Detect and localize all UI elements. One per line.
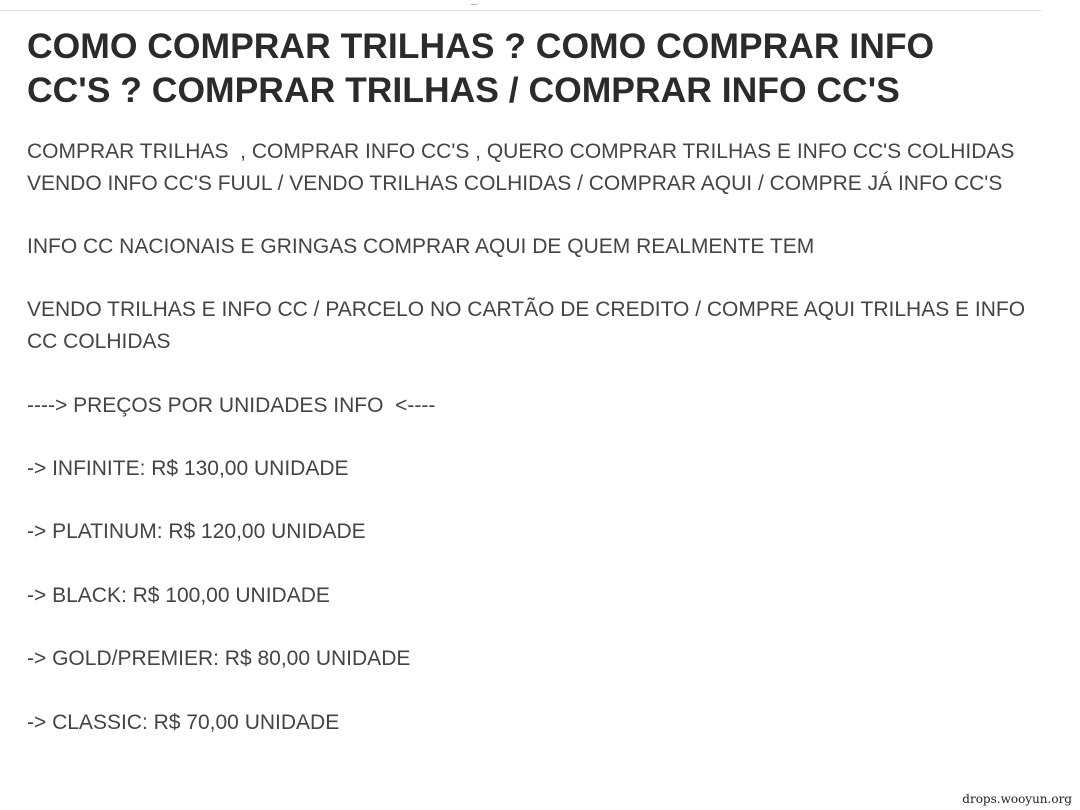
top-edge-mark	[471, 0, 477, 5]
intro-line-1: COMPRAR TRILHAS , COMPRAR INFO CC'S , QU…	[27, 140, 1015, 163]
prices-heading: ----> PREÇOS POR UNIDADES INFO <----	[27, 393, 436, 417]
price-item-platinum: -> PLATINUM: R$ 120,00 UNIDADE	[27, 520, 366, 544]
price-item-classic: -> CLASSIC: R$ 70,00 UNIDADE	[27, 710, 340, 734]
post-body: COMPRAR TRILHAS , COMPRAR INFO CC'S , QU…	[27, 136, 1027, 738]
nacionais-line: INFO CC NACIONAIS E GRINGAS COMPRAR AQUI…	[27, 235, 815, 259]
parcelo-line: VENDO TRILHAS E INFO CC / PARCELO NO CAR…	[27, 298, 1031, 354]
post-title: COMO COMPRAR TRILHAS ? COMO COMPRAR INFO…	[27, 26, 935, 110]
intro-line-2: VENDO INFO CC'S FUUL / VENDO TRILHAS COL…	[27, 171, 1003, 195]
site-watermark: drops.wooyun.org	[962, 792, 1072, 806]
price-item-gold-premier: -> GOLD/PREMIER: R$ 80,00 UNIDADE	[27, 647, 411, 671]
price-item-black: -> BLACK: R$ 100,00 UNIDADE	[27, 583, 330, 607]
top-divider	[0, 10, 1042, 11]
post-article: COMO COMPRAR TRILHAS ? COMO COMPRAR INFO…	[27, 24, 1027, 738]
price-item-infinite: -> INFINITE: R$ 130,00 UNIDADE	[27, 456, 349, 480]
